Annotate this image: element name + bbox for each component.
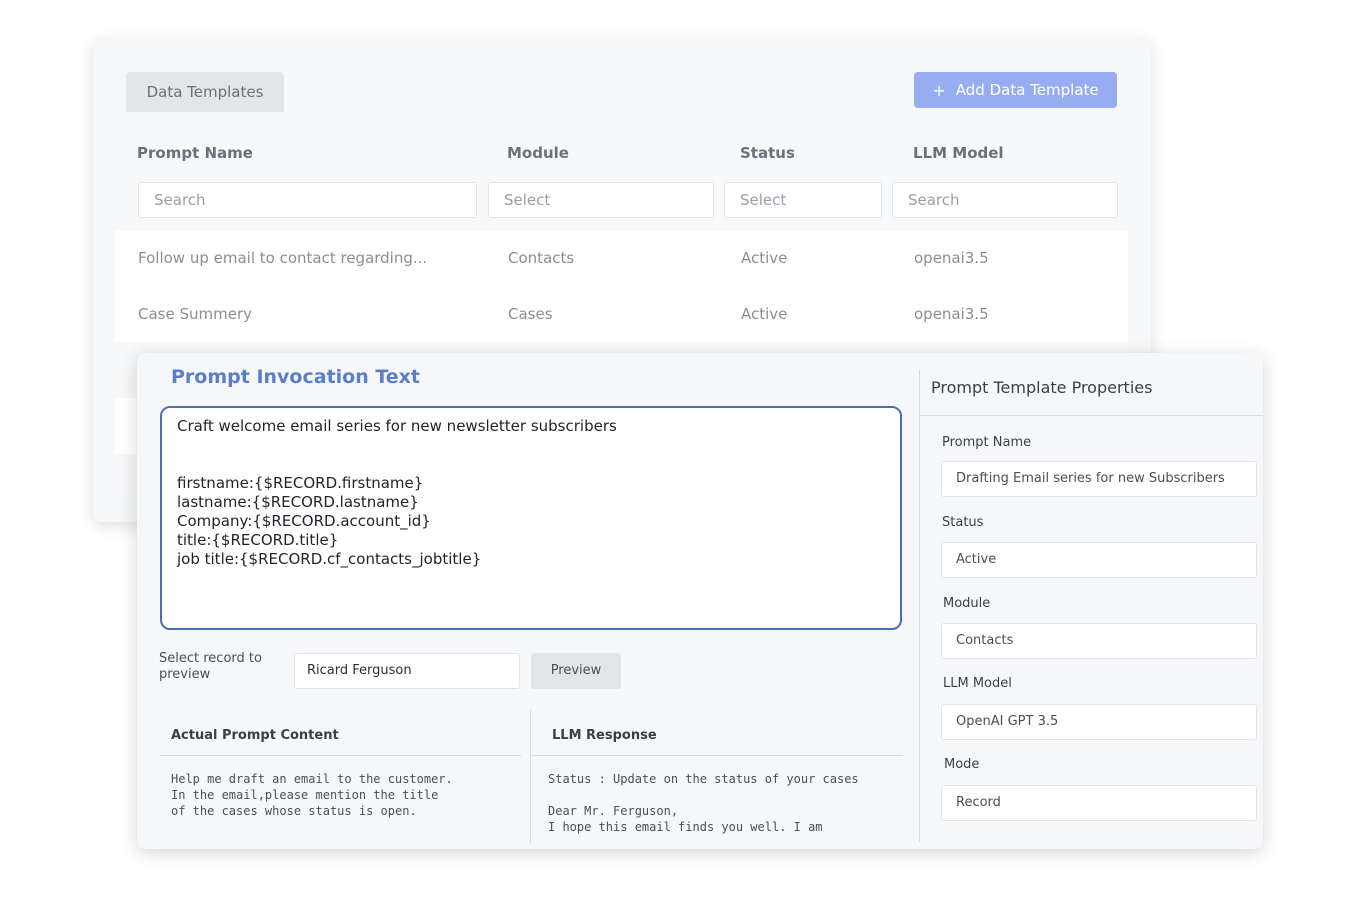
llm-model-search-input[interactable]: Search [892,182,1118,218]
prompt-name-label: Prompt Name [942,435,1032,450]
actual-prompt-heading: Actual Prompt Content [171,728,339,743]
llm-model-label: LLM Model [943,676,1012,691]
module-label: Module [943,596,991,611]
prompt-invocation-textarea[interactable]: Craft welcome email series for new newsl… [160,406,902,630]
table-row[interactable]: Case Summery Cases Active openai3.5 [115,286,1128,342]
preview-button[interactable]: Preview [531,653,621,689]
prompt-name-field[interactable]: Drafting Email series for new Subscriber… [941,461,1257,497]
column-header-status[interactable]: Status [740,144,795,162]
status-field[interactable]: Active [941,542,1257,578]
prompt-name-search-input[interactable]: Search [138,182,477,218]
table-row[interactable]: Follow up email to contact regarding... … [115,230,1128,286]
mode-label: Mode [944,757,980,772]
module-select[interactable]: Select [488,182,714,218]
llm-model-field[interactable]: OpenAI GPT 3.5 [941,704,1257,740]
add-data-template-label: Add Data Template [955,81,1099,99]
select-record-label: Select record to preview [159,651,262,682]
tab-data-templates[interactable]: Data Templates [126,72,284,112]
record-input[interactable]: Ricard Ferguson [294,653,520,689]
column-header-module[interactable]: Module [507,144,569,162]
column-header-prompt-name[interactable]: Prompt Name [137,144,253,162]
cell-prompt-name: Follow up email to contact regarding... [138,249,428,267]
plus-icon: + [932,80,946,100]
mode-field[interactable]: Record [941,785,1257,821]
llm-response-content[interactable]: Status : Update on the status of your ca… [548,771,859,835]
llm-response-heading: LLM Response [552,728,657,743]
prompt-line: Company:{$RECORD.account_id} [177,512,431,530]
module-field[interactable]: Contacts [941,623,1257,659]
column-header-llm-model[interactable]: LLM Model [913,144,1004,162]
prompt-line: firstname:{$RECORD.firstname} [177,474,424,492]
cell-module: Contacts [508,249,575,267]
prompt-line: job title:{$RECORD.cf_contacts_jobtitle} [177,550,482,568]
cell-prompt-name: Case Summery [138,305,253,323]
prompt-invocation-title: Prompt Invocation Text [171,366,421,388]
cell-llm-model: openai3.5 [914,305,989,323]
cell-module: Cases [508,305,553,323]
properties-title: Prompt Template Properties [931,378,1153,397]
prompt-blank-lines [177,436,885,474]
cell-status: Active [741,305,788,323]
cell-llm-model: openai3.5 [914,249,989,267]
cell-status: Active [741,249,788,267]
divider [920,415,1263,416]
actual-prompt-content: Help me draft an email to the customer. … [171,772,453,818]
add-data-template-button[interactable]: + Add Data Template [914,72,1117,108]
prompt-line: Craft welcome email series for new newsl… [177,417,617,435]
divider [160,755,521,756]
panel-divider [919,370,920,842]
status-label: Status [942,515,984,530]
status-select[interactable]: Select [724,182,882,218]
prompt-editor-card: Prompt Invocation Text Craft welcome ema… [137,353,1263,849]
divider [530,710,531,843]
divider [531,755,903,756]
prompt-line: lastname:{$RECORD.lastname} [177,493,419,511]
prompt-line: title:{$RECORD.title} [177,531,339,549]
